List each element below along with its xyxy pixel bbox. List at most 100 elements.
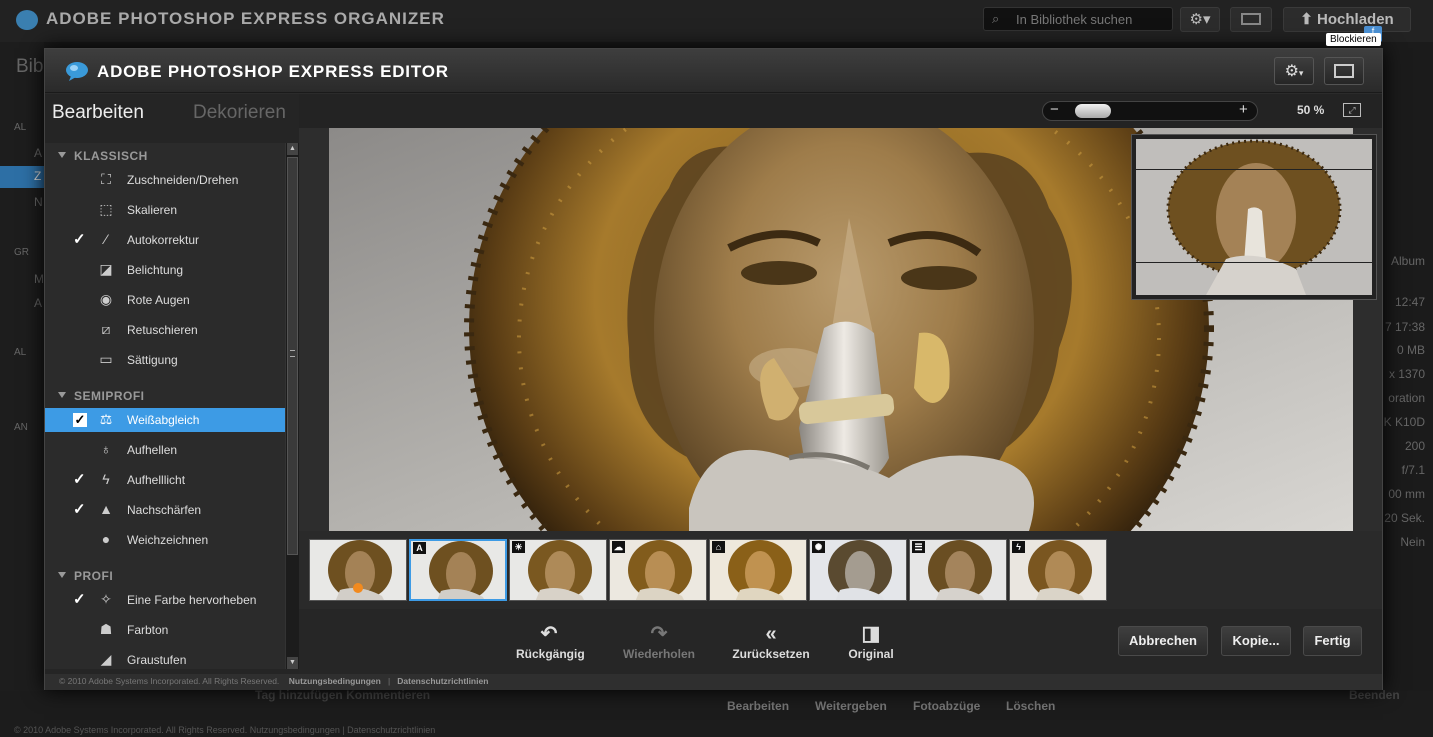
tool-soft-focus[interactable]: ● Weichzeichnen [45,528,285,552]
zoom-slider-thumb[interactable] [1075,104,1111,118]
preset-badge: ⌂ [712,541,725,553]
info-text: x 1370 [1388,367,1425,381]
white-balance-presets: A ☀ ☁ ⌂ ✺ ☰ ϟ [299,531,1382,609]
info-text: Album [1390,254,1425,268]
tool-white-balance[interactable]: ✓ ⚖ Weißabgleich [45,408,285,432]
redo-icon: ↷ [650,623,668,645]
zoom-in-icon[interactable]: + [1239,101,1248,118]
editor-workspace: − + 50 % ⤢ A ☀ ☁ ⌂ ✺ ☰ ϟ ↶ Rückgängig ↷ … [299,94,1382,674]
copy-button[interactable]: Kopie... [1221,626,1291,656]
reset-button[interactable]: «Zurücksetzen [731,624,811,661]
navigator-viewport[interactable] [1136,169,1372,263]
image-canvas[interactable] [299,128,1382,531]
tab-decorate[interactable]: Dekorieren [193,102,286,124]
organizer-logo-icon [16,10,38,30]
fit-to-screen-icon[interactable]: ⤢ [1343,103,1361,117]
navigator-image[interactable] [1136,139,1372,295]
zoom-out-icon[interactable]: − [1050,101,1059,118]
editor-fullscreen-button[interactable] [1324,57,1364,85]
zoom-slider[interactable]: − + [1042,101,1258,121]
organizer-fullscreen-button[interactable] [1230,7,1272,32]
tool-checkmark: ✓ [73,412,87,427]
cancel-button[interactable]: Abbrechen [1118,626,1208,656]
redo-button[interactable]: ↷ Wiederholen [619,624,699,661]
sidebar-text: A [34,146,43,160]
organizer-settings-button[interactable]: ⚙▾ [1180,7,1220,32]
tool-checkmark [73,173,87,187]
original-button[interactable]: ◨ Original [846,624,896,661]
section-classic[interactable]: KLASSISCH [58,149,148,163]
sidebar-text: AL [14,347,27,358]
preset-cloudy[interactable]: ☁ [609,539,707,601]
tool-checkmark [73,293,87,307]
tool-exposure[interactable]: ◪ Belichtung [45,258,285,282]
done-button[interactable]: Fertig [1303,626,1362,656]
tool-checkmark [73,353,87,367]
tool-brighten[interactable]: ♁ Aufhellen [45,438,285,462]
preset-tungsten[interactable]: ✺ [809,539,907,601]
tool-retouch[interactable]: ⧄ Retuschieren [45,318,285,342]
scrollbar-thumb[interactable] [287,157,298,555]
preset-original[interactable] [309,539,407,601]
undo-icon: ↶ [540,623,558,645]
tool-checkmark: ✓ [73,591,86,608]
preset-daylight[interactable]: ☀ [509,539,607,601]
privacy-link[interactable]: Datenschutzrichtlinien [397,676,488,686]
drop-icon: ● [101,531,111,547]
scroll-down-arrow-icon[interactable]: ▼ [287,657,298,669]
exposure-icon: ◪ [99,261,113,277]
tool-red-eye[interactable]: ◉ Rote Augen [45,288,285,312]
tool-fill-light[interactable]: ✓ ϟ Aufhelllicht [45,468,285,492]
grayscale-icon: ◢ [100,651,112,667]
organizer-footer: © 2010 Adobe Systems Incorporated. All R… [14,725,436,735]
organizer-info-panel: Album 12:47 7 17:38 0 MB x 1370 oration … [1383,42,1433,722]
tool-grayscale[interactable]: ◢ Graustufen [45,648,285,669]
tool-saturation[interactable]: ▭ Sättigung [45,348,285,372]
bottom-right-text: Beenden [1349,688,1400,702]
tool-checkmark: ✓ [73,471,86,488]
footer-separator: | [387,676,391,686]
bottom-action-delete[interactable]: Löschen [1006,699,1055,713]
editor-footer: © 2010 Adobe Systems Incorporated. All R… [45,674,1382,690]
palette-icon: ☗ [99,621,113,637]
bottom-action-edit[interactable]: Bearbeiten [727,699,789,713]
tool-list-scrollbar[interactable]: ▲ ▼ [285,143,299,669]
bottom-left-text: Tag hinzufügen Kommentieren [255,688,431,702]
library-search-input[interactable]: ⌕ In Bibliothek suchen [983,7,1173,31]
section-pro[interactable]: PROFI [58,569,113,583]
tool-hue[interactable]: ☗ Farbton [45,618,285,642]
tool-autocorrect[interactable]: ✓ ⁄ Autokorrektur [45,228,285,252]
tool-sharpen[interactable]: ✓ ▲ Nachschärfen [45,498,285,522]
tool-list: KLASSISCH ⛶ Zuschneiden/Drehen ⬚ Skalieren… [45,143,285,669]
scroll-up-arrow-icon[interactable]: ▲ [287,143,298,155]
editor-action-bar: ↶ Rückgängig ↷ Wiederholen «Zurücksetzen ◨… [299,609,1382,674]
editor-header: ADOBE PHOTOSHOP EXPRESS EDITOR ⚙▾ [45,49,1382,93]
info-text: 00 mm [1388,487,1425,501]
editor-settings-button[interactable]: ⚙▾ [1274,57,1314,85]
bottom-action-prints[interactable]: Fotoabzüge [913,699,980,713]
preset-shade[interactable]: ⌂ [709,539,807,601]
crosshair-icon: ✧ [100,591,112,607]
tool-resize[interactable]: ⬚ Skalieren [45,198,285,222]
block-tooltip[interactable]: Blockieren [1326,33,1381,46]
tool-crop-rotate[interactable]: ⛶ Zuschneiden/Drehen [45,168,285,192]
tool-pop-color[interactable]: ✓ ✧ Eine Farbe hervorheben [45,588,285,612]
undo-button[interactable]: ↶ Rückgängig [516,623,585,661]
preset-fluorescent[interactable]: ☰ [909,539,1007,601]
bottom-action-share[interactable]: Weitergeben [815,699,887,713]
sidebar-text: A [34,296,43,310]
zoom-percentage: 50 % [1297,103,1325,117]
preset-flash[interactable]: ϟ [1009,539,1107,601]
preset-badge: A [413,542,426,554]
navigator-thumbnail[interactable] [1131,134,1377,300]
section-semipro[interactable]: SEMIPROFI [58,389,145,403]
tool-checkmark [73,263,87,277]
sidebar-item-selected[interactable]: Z [0,166,44,188]
preset-auto[interactable]: A [409,539,507,601]
upload-button[interactable]: ⬆ Hochladen [1283,7,1411,32]
info-text: 20 Sek. [1384,511,1425,525]
tab-edit[interactable]: Bearbeiten [52,102,144,124]
scroll-grip-icon [290,350,295,357]
info-text: oration [1388,391,1425,405]
terms-link[interactable]: Nutzungsbedingungen [289,676,381,686]
